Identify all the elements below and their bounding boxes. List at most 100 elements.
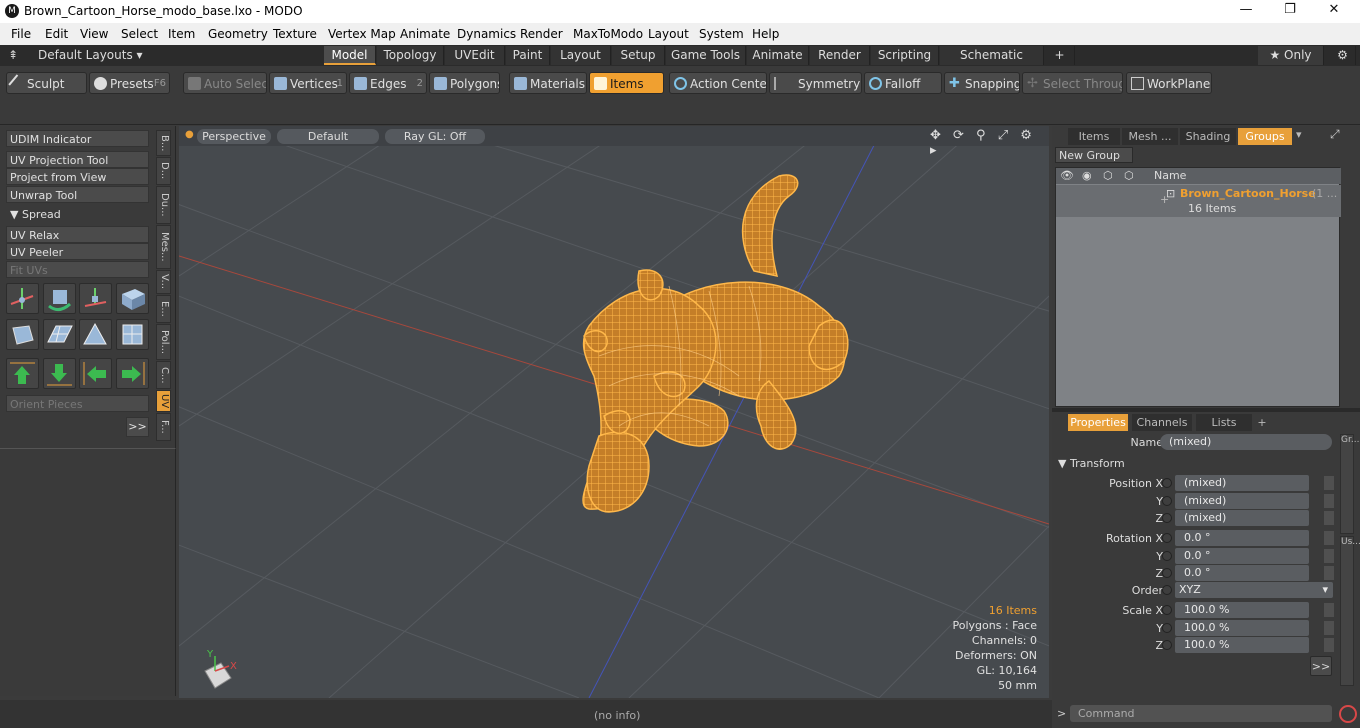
tab-lists[interactable]: Lists xyxy=(1196,414,1252,431)
link-icon[interactable] xyxy=(1324,549,1334,563)
uv-relax-button[interactable]: UV Relax xyxy=(6,226,149,243)
uv-cube-projection-icon[interactable] xyxy=(6,319,39,350)
align-right-icon[interactable] xyxy=(116,358,149,389)
menu-file[interactable]: File xyxy=(11,27,31,41)
orient-pieces-button[interactable]: Orient Pieces xyxy=(6,395,149,412)
ray-gl-toggle[interactable]: Ray GL: Off xyxy=(385,129,485,144)
tab-layout[interactable]: Layout xyxy=(551,46,611,65)
tab-paint[interactable]: Paint xyxy=(506,46,550,65)
materials-button[interactable]: Materials xyxy=(509,72,587,94)
default-style-dropdown[interactable]: Default xyxy=(277,129,379,144)
default-layouts-dropdown[interactable]: Default Layouts ▾ xyxy=(38,48,143,62)
uv-scale-tool-icon[interactable] xyxy=(79,283,112,314)
rotation-z-field[interactable]: 0.0 ° xyxy=(1175,565,1309,581)
presets-button[interactable]: Presets F6 xyxy=(89,72,170,94)
animate-dot-icon[interactable] xyxy=(1162,551,1172,561)
sculpt-button[interactable]: Sculpt xyxy=(6,72,87,94)
animate-dot-icon[interactable] xyxy=(1162,513,1172,523)
link-icon[interactable] xyxy=(1324,494,1334,508)
3d-viewport[interactable]: Y X ● Perspective Default Ray GL: Off ✥ … xyxy=(179,126,1049,698)
align-left-icon[interactable] xyxy=(79,358,112,389)
udim-indicator-button[interactable]: UDIM Indicator xyxy=(6,130,149,147)
position-z-field[interactable]: (mixed) xyxy=(1175,510,1309,526)
snapping-button[interactable]: ✚ Snapping xyxy=(944,72,1020,94)
tab-items[interactable]: Items xyxy=(1068,128,1120,145)
symmetry-button[interactable]: Symmetry xyxy=(769,72,862,94)
vtab-mesh[interactable]: Mes... xyxy=(156,225,171,269)
polygons-button[interactable]: Polygons xyxy=(429,72,500,94)
vertices-button[interactable]: Vertices 1 xyxy=(269,72,347,94)
menu-texture[interactable]: Texture xyxy=(273,27,317,41)
menu-view[interactable]: View xyxy=(80,27,108,41)
align-up-icon[interactable] xyxy=(6,358,39,389)
vtab-f[interactable]: F... xyxy=(156,413,171,441)
tab-uvedit[interactable]: UVEdit xyxy=(445,46,505,65)
layout-arrow-icon[interactable]: ⇞ xyxy=(8,48,18,62)
uv-rotate-tool-icon[interactable] xyxy=(43,283,76,314)
animate-dot-icon[interactable] xyxy=(1162,605,1172,615)
tab-animate[interactable]: Animate xyxy=(747,46,809,65)
tab-model[interactable]: Model xyxy=(324,46,376,65)
lock-icon[interactable]: ⬡ xyxy=(1103,169,1113,182)
more-props-button[interactable]: >> xyxy=(1310,656,1332,676)
gear-icon[interactable]: ⚙ xyxy=(1330,46,1356,65)
visibility-eye-icon[interactable]: 👁 xyxy=(1060,169,1074,182)
vtab-uv[interactable]: UV xyxy=(156,390,171,412)
viewport-nav-icons[interactable]: ✥ ⟳ ⚲ ⤢ ⚙ ▸ xyxy=(930,128,1049,158)
menu-geometry[interactable]: Geometry xyxy=(208,27,268,41)
new-group-button[interactable]: New Group xyxy=(1055,147,1133,163)
tab-game-tools[interactable]: Game Tools xyxy=(666,46,746,65)
vtab-c[interactable]: C... xyxy=(156,361,171,389)
menu-animate[interactable]: Animate xyxy=(400,27,450,41)
tab-render[interactable]: Render xyxy=(810,46,870,65)
spread-header[interactable]: ▼ Spread xyxy=(6,206,149,223)
position-x-field[interactable]: (mixed) xyxy=(1175,475,1309,491)
more-tools-button[interactable]: >> xyxy=(126,417,149,437)
edges-button[interactable]: Edges 2 xyxy=(349,72,427,94)
vtab-d[interactable]: D... xyxy=(156,157,171,185)
group-row[interactable]: + ⊡ Brown_Cartoon_Horse (1 ... 16 Items xyxy=(1056,185,1341,217)
uv-transform-box-icon[interactable] xyxy=(116,283,149,314)
rotation-x-field[interactable]: 0.0 ° xyxy=(1175,530,1309,546)
menu-item[interactable]: Item xyxy=(168,27,195,41)
vtab-pol[interactable]: Pol... xyxy=(156,324,171,360)
animate-dot-icon[interactable] xyxy=(1162,585,1172,595)
animate-dot-icon[interactable] xyxy=(1162,568,1172,578)
auto-select-button[interactable]: Auto Select xyxy=(183,72,267,94)
tab-schematic-fusion[interactable]: Schematic Fusion xyxy=(940,46,1044,81)
tab-topology[interactable]: Topology xyxy=(377,46,444,65)
vtab-b[interactable]: B... xyxy=(156,130,171,156)
unwrap-tool-button[interactable]: Unwrap Tool xyxy=(6,186,149,203)
link-icon[interactable] xyxy=(1324,621,1334,635)
link-icon[interactable] xyxy=(1324,566,1334,580)
tab-shading[interactable]: Shading xyxy=(1180,128,1236,145)
menu-select[interactable]: Select xyxy=(121,27,158,41)
link-icon[interactable] xyxy=(1324,603,1334,617)
select-icon[interactable]: ⬡ xyxy=(1124,169,1134,182)
fit-uvs-button[interactable]: Fit UVs xyxy=(6,261,149,278)
link-icon[interactable] xyxy=(1324,476,1334,490)
tab-properties[interactable]: Properties xyxy=(1068,414,1128,431)
minimize-button[interactable]: — xyxy=(1224,2,1268,21)
scale-z-field[interactable]: 100.0 % xyxy=(1175,637,1309,653)
side-tab-user[interactable]: Us... xyxy=(1340,536,1360,686)
expand-panel-icon[interactable]: ⤢ xyxy=(1330,127,1340,142)
menu-vertex-map[interactable]: Vertex Map xyxy=(328,27,396,41)
add-ptab-button[interactable]: + xyxy=(1252,414,1272,431)
uv-projection-tool-button[interactable]: UV Projection Tool xyxy=(6,151,149,168)
animate-dot-icon[interactable] xyxy=(1162,478,1172,488)
uv-box-grid-icon[interactable] xyxy=(116,319,149,350)
action-center-button[interactable]: Action Center xyxy=(669,72,767,94)
link-icon[interactable] xyxy=(1324,638,1334,652)
menu-edit[interactable]: Edit xyxy=(45,27,68,41)
uv-move-tool-icon[interactable] xyxy=(6,283,39,314)
menu-maxtomodo[interactable]: MaxToModo xyxy=(573,27,643,41)
render-icon[interactable]: ◉ xyxy=(1082,169,1092,182)
name-column-header[interactable]: Name xyxy=(1154,169,1186,182)
scale-x-field[interactable]: 100.0 % xyxy=(1175,602,1309,618)
position-y-field[interactable]: (mixed) xyxy=(1175,493,1309,509)
tab-setup[interactable]: Setup xyxy=(612,46,665,65)
side-tab-groups[interactable]: Gr... xyxy=(1340,434,1359,534)
only-toggle[interactable]: ★ Only xyxy=(1258,46,1324,65)
workplane-button[interactable]: WorkPlane xyxy=(1126,72,1212,94)
